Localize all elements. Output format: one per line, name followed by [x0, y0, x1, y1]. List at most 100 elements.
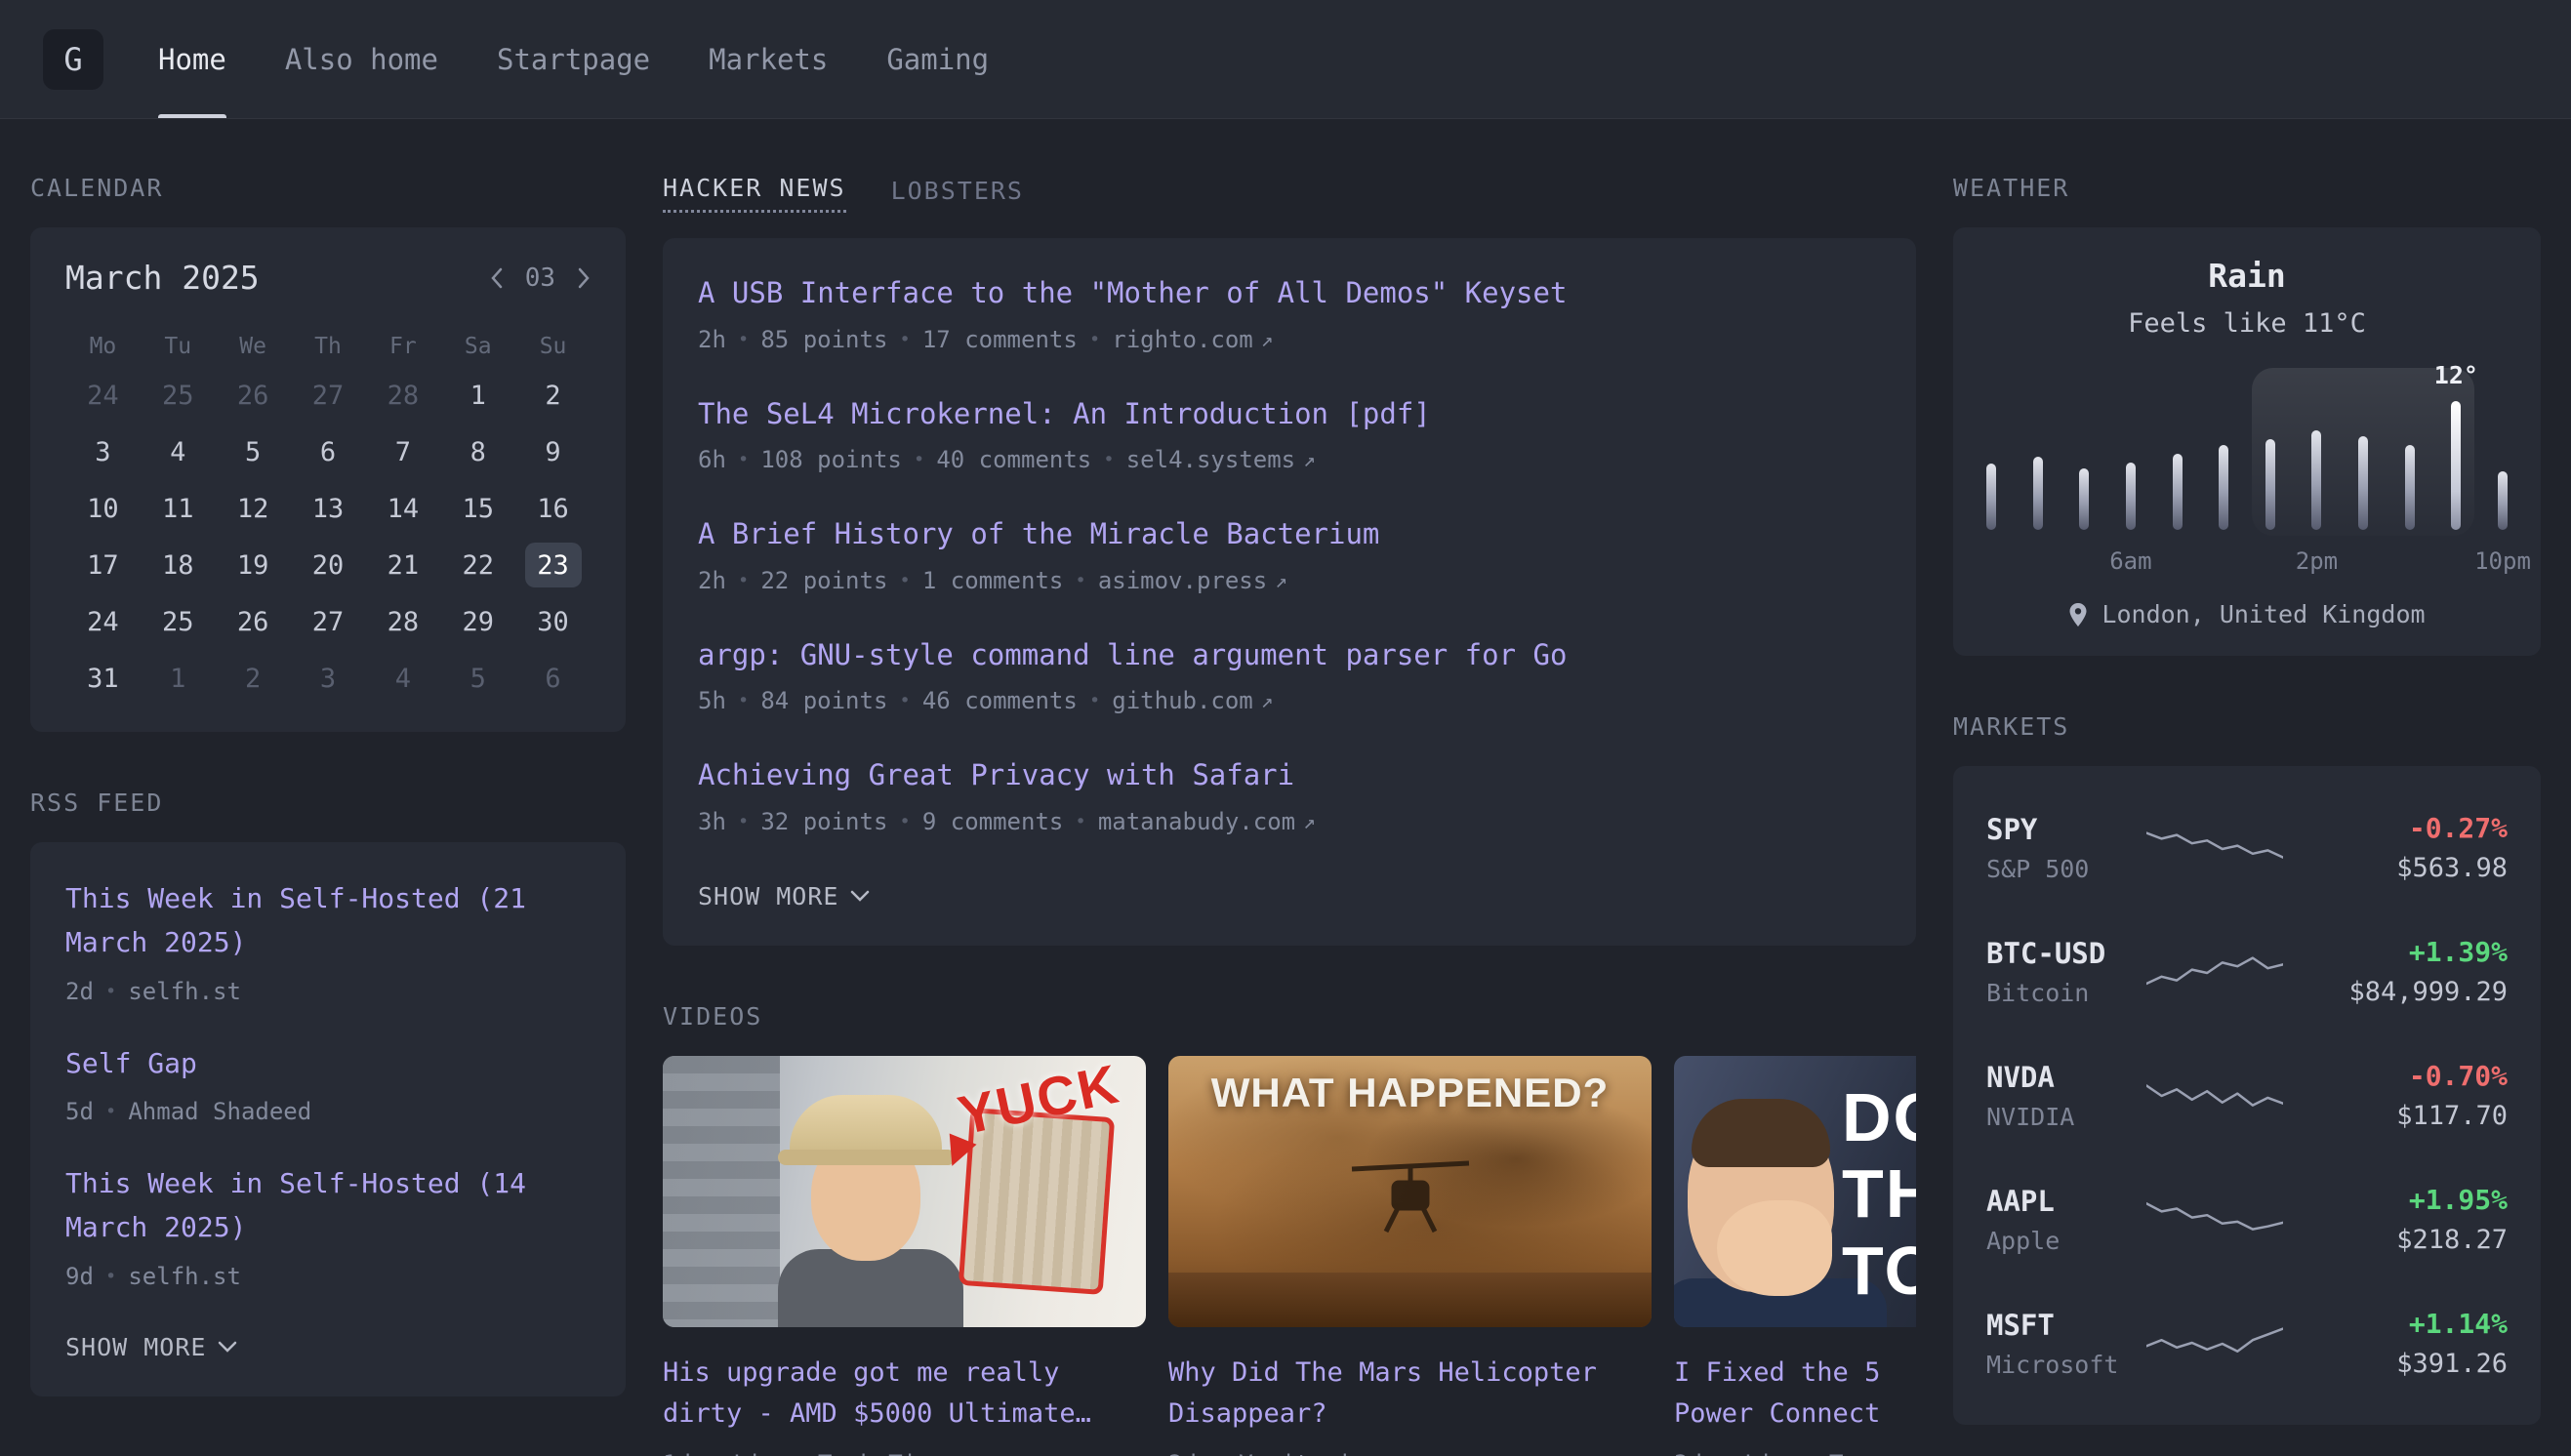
video-title[interactable]: Why Did The Mars HelicopterDisappear?: [1168, 1353, 1652, 1435]
rss-item-title[interactable]: This Week in Self-Hosted (21 March 2025): [65, 882, 526, 958]
overlay-line: TO: [1842, 1233, 1916, 1309]
chevron-down-icon: [850, 890, 870, 902]
dot-separator-icon: •: [1075, 811, 1085, 832]
dot-separator-icon: •: [899, 811, 910, 832]
source-link[interactable]: asimov.press: [1098, 567, 1267, 594]
video-thumbnail[interactable]: WHAT HAPPENED?: [1168, 1056, 1652, 1327]
rss-item: Self Gap5d•Ahmad Shadeed: [65, 1042, 591, 1126]
nav-tab-home[interactable]: Home: [158, 0, 226, 118]
meta-text: 32 points: [760, 808, 887, 835]
dot-separator-icon: •: [738, 449, 749, 470]
market-symbol: NVDA: [1986, 1061, 2146, 1094]
weekday-label: Tu: [141, 334, 216, 359]
market-row-aapl[interactable]: AAPLApple+1.95%$218.27: [1986, 1157, 2508, 1281]
weekday-label: Fr: [365, 334, 440, 359]
meta-text: Ahmad Shadeed: [128, 1098, 311, 1125]
market-values: -0.70%$117.70: [2322, 1060, 2508, 1131]
meta-text: 6h: [698, 446, 726, 473]
nav-tab-also-home[interactable]: Also home: [285, 0, 438, 118]
calendar-day: 28: [375, 599, 431, 644]
video-title[interactable]: His upgrade got me reallydirty - AMD $50…: [663, 1353, 1146, 1435]
article-meta: 5h•84 points•46 comments•github.com↗: [698, 687, 1881, 714]
market-row-btc-usd[interactable]: BTC-USDBitcoin+1.39%$84,999.29: [1986, 910, 2508, 1033]
market-change: -0.70%: [2322, 1060, 2508, 1092]
weekday-label: Sa: [440, 334, 515, 359]
calendar-next-button[interactable]: [577, 267, 591, 289]
external-link-icon: ↗: [1261, 328, 1274, 351]
helicopter-icon: [1337, 1152, 1484, 1243]
calendar-day: 26: [224, 599, 281, 644]
dot-separator-icon: •: [899, 329, 910, 350]
article-title[interactable]: A USB Interface to the "Mother of All De…: [698, 273, 1567, 313]
dot-separator-icon: •: [914, 449, 924, 470]
market-sparkline: [2146, 1067, 2283, 1125]
video-thumbnail[interactable]: YUCK: [663, 1056, 1146, 1327]
calendar-widget: March 2025 03 MoTuWeThFrSaSu 24252627281…: [30, 227, 626, 732]
app-logo[interactable]: G: [43, 29, 103, 90]
rss-show-more-button[interactable]: SHOW MORE: [65, 1333, 237, 1361]
market-sparkline: [2146, 1191, 2283, 1249]
weather-section-title: WEATHER: [1953, 174, 2541, 202]
news-tab-lobsters[interactable]: LOBSTERS: [891, 177, 1024, 213]
news-show-more-button[interactable]: SHOW MORE: [698, 882, 870, 910]
weather-time-label: 10pm: [2474, 547, 2531, 575]
rss-section-title: RSS FEED: [30, 789, 626, 817]
person-body-art: [778, 1249, 963, 1327]
rss-item-title[interactable]: This Week in Self-Hosted (14 March 2025): [65, 1167, 526, 1243]
dot-separator-icon: •: [738, 811, 749, 832]
weather-bar: [2126, 463, 2136, 530]
rss-items: This Week in Self-Hosted (21 March 2025)…: [65, 877, 591, 1290]
source-link[interactable]: matanabudy.com: [1098, 808, 1295, 835]
calendar-day: 1: [149, 656, 206, 701]
nav-tab-markets[interactable]: Markets: [709, 0, 828, 118]
videos-section-title: VIDEOS: [663, 1002, 1916, 1031]
source-link[interactable]: github.com: [1112, 687, 1253, 714]
calendar-day: 16: [525, 486, 582, 531]
video-thumbnail[interactable]: DOTHTO: [1674, 1056, 1916, 1327]
calendar-day: 30: [525, 599, 582, 644]
calendar-day: 24: [74, 373, 131, 418]
calendar-day: 2: [224, 656, 281, 701]
market-change: +1.39%: [2322, 936, 2508, 968]
nav-tab-startpage[interactable]: Startpage: [497, 0, 650, 118]
calendar-prev-button[interactable]: [490, 267, 504, 289]
news-article: A Brief History of the Miracle Bacterium…: [698, 514, 1881, 594]
market-row-spy[interactable]: SPYS&P 500-0.27%$563.98: [1986, 786, 2508, 910]
rss-item-title[interactable]: Self Gap: [65, 1047, 197, 1079]
market-row-msft[interactable]: MSFTMicrosoft+1.14%$391.26: [1986, 1281, 2508, 1405]
meta-text: 85 points: [760, 326, 887, 353]
video-title-line: His upgrade got me really: [663, 1353, 1146, 1394]
article-title[interactable]: argp: GNU-style command line argument pa…: [698, 635, 1567, 675]
market-symbol: AAPL: [1986, 1185, 2146, 1218]
market-symbol: SPY: [1986, 813, 2146, 846]
top-nav: G Home Also home Startpage Markets Gaming: [0, 0, 2571, 119]
calendar-day: 6: [300, 429, 356, 474]
overlay-line: DO: [1842, 1079, 1916, 1155]
market-symbol: MSFT: [1986, 1309, 2146, 1342]
article-title[interactable]: Achieving Great Privacy with Safari: [698, 755, 1294, 795]
market-sparkline: [2146, 819, 2283, 877]
ground-art: [1168, 1273, 1652, 1327]
left-column: CALENDAR March 2025 03 MoTuWeThFrSaSu 24…: [30, 174, 626, 1456]
weather-widget: Rain Feels like 11°C 6am2pm10pm12° Londo…: [1953, 227, 2541, 656]
article-title[interactable]: The SeL4 Microkernel: An Introduction [p…: [698, 394, 1431, 434]
market-labels: BTC-USDBitcoin: [1986, 937, 2146, 1007]
market-row-nvda[interactable]: NVDANVIDIA-0.70%$117.70: [1986, 1033, 2508, 1157]
weather-bar: [2079, 468, 2089, 530]
calendar-day: 27: [300, 599, 356, 644]
nav-tab-gaming[interactable]: Gaming: [886, 0, 989, 118]
article-title[interactable]: A Brief History of the Miracle Bacterium: [698, 514, 1379, 554]
news-tab-hacker-news[interactable]: HACKER NEWS: [663, 174, 846, 213]
video-title[interactable]: I Fixed the 5Power Connect: [1674, 1353, 1916, 1435]
calendar-day: 28: [375, 373, 431, 418]
video-title-line: I Fixed the 5: [1674, 1353, 1916, 1394]
hard-hat-brim-art: [778, 1150, 956, 1165]
source-link[interactable]: sel4.systems: [1126, 446, 1295, 473]
external-link-icon: ↗: [1303, 810, 1316, 833]
calendar-day: 23: [525, 543, 582, 587]
article-meta: 2h•85 points•17 comments•righto.com↗: [698, 326, 1881, 353]
chevron-down-icon: [218, 1341, 237, 1353]
market-sparkline: [2146, 1314, 2283, 1373]
calendar-grid: 2425262728123456789101112131415161718192…: [65, 367, 591, 707]
source-link[interactable]: righto.com: [1112, 326, 1253, 353]
